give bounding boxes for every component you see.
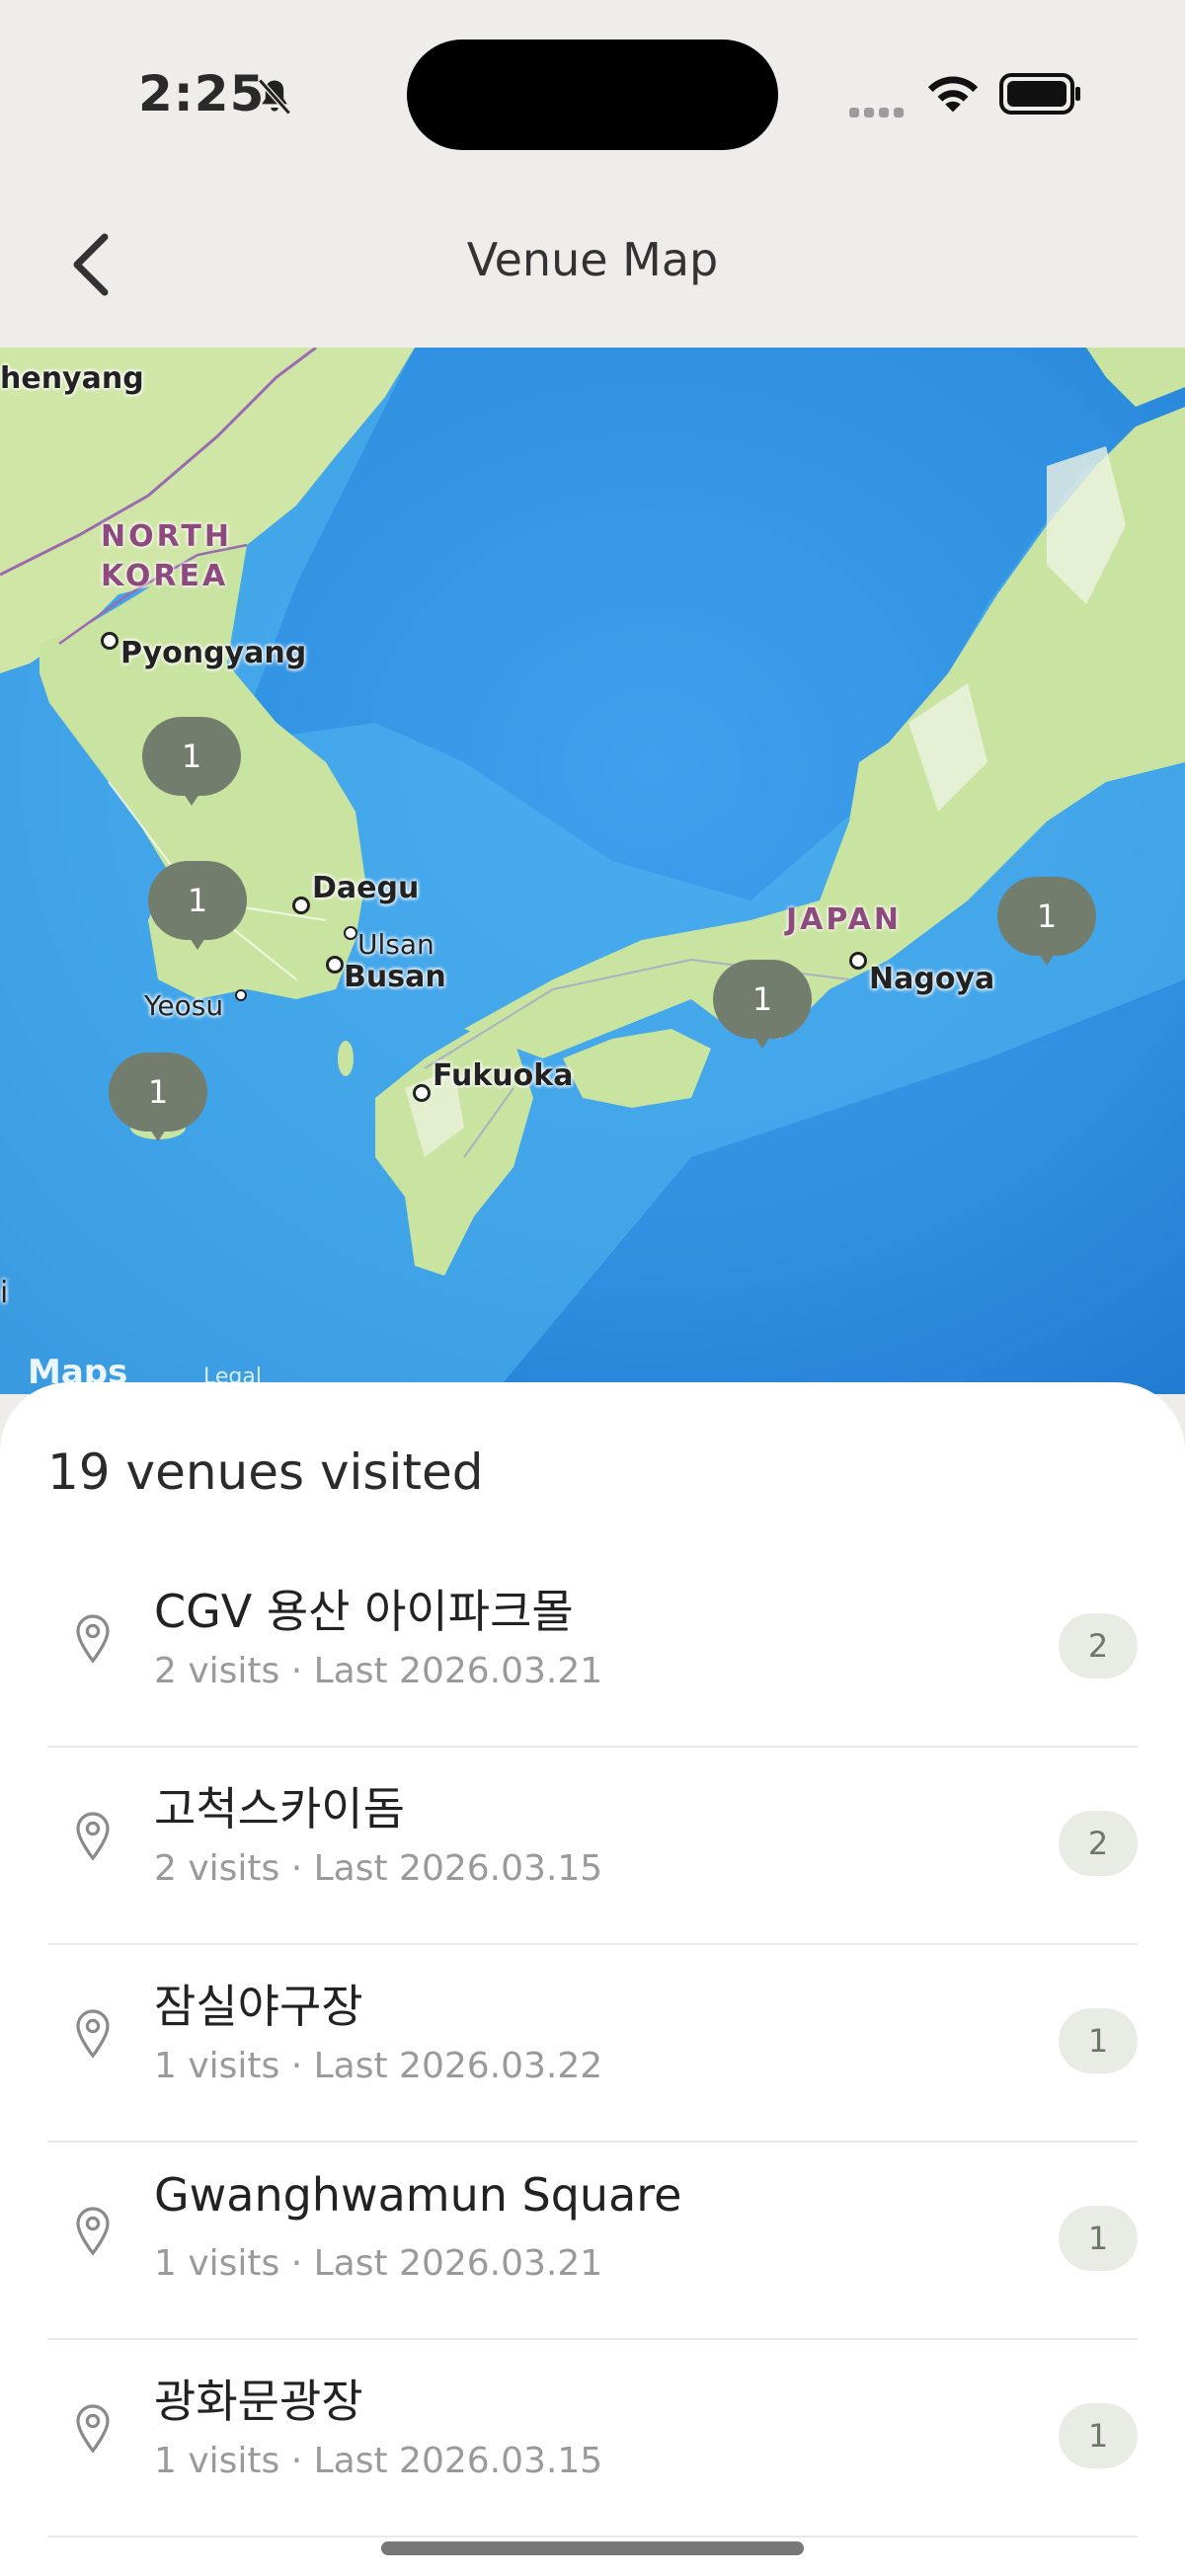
map-label-fukuoka: Fukuoka (433, 1058, 574, 1093)
status-time: 2:25 (138, 65, 266, 122)
venue-name: 고척스카이돔 (154, 1782, 405, 1835)
venue-visits-meta: 2 visits · Last 2026.03.21 (154, 1651, 603, 1691)
location-pin-icon (76, 2404, 110, 2454)
venue-row[interactable]: 광화문광장 1 visits · Last 2026.03.15 1 (47, 2340, 1138, 2537)
map-label-busan: Busan (344, 960, 446, 994)
map-cluster-pin[interactable]: 1 (148, 861, 247, 960)
dynamic-island (407, 39, 778, 150)
visit-count-badge: 2 (1059, 1613, 1138, 1678)
map-label-yeosu: Yeosu (144, 989, 224, 1022)
map-label-ulsan: Ulsan (357, 928, 434, 961)
page-title: Venue Map (466, 233, 719, 286)
map-label-nagoya: Nagoya (869, 962, 995, 996)
cellular-signal-icon (849, 103, 908, 121)
city-dot (413, 1084, 431, 1102)
country-label-line1: NORTH (101, 519, 232, 554)
venue-visits-meta: 2 visits · Last 2026.03.15 (154, 1848, 603, 1889)
wifi-icon (927, 76, 979, 113)
map-cluster-pin[interactable]: 1 (997, 877, 1096, 976)
battery-icon (999, 73, 1080, 115)
nav-header: Venue Map (0, 197, 1185, 348)
venue-visits-meta: 1 visits · Last 2026.03.15 (154, 2441, 603, 2481)
city-dot (849, 952, 867, 970)
location-pin-icon (76, 2207, 110, 2256)
map-label-pyongyang: Pyongyang (120, 636, 307, 670)
venue-name: CGV 용산 아이파크몰 (154, 1585, 574, 1638)
city-dot (326, 956, 344, 974)
map-country-north-korea: NORTH KOREA (101, 517, 232, 596)
map-label-edge: i (0, 1276, 9, 1310)
venue-list-sheet: 19 venues visited CGV 용산 아이파크몰 2 visits … (0, 1382, 1185, 2576)
map-cluster-pin[interactable]: 1 (109, 1053, 207, 1151)
location-pin-icon (76, 1614, 110, 1664)
venues-summary: 19 venues visited (47, 1444, 484, 1501)
home-indicator[interactable] (381, 2541, 804, 2555)
venue-name: Gwanghwamun Square (154, 2168, 682, 2222)
status-bar: 2:25 (0, 0, 1185, 197)
map-label-shenyang: henyang (0, 361, 144, 396)
map-cluster-pin[interactable]: 1 (142, 717, 241, 816)
venue-list: CGV 용산 아이파크몰 2 visits · Last 2026.03.21 … (47, 1550, 1138, 2537)
visit-count-badge: 1 (1059, 2008, 1138, 2073)
city-dot (101, 632, 118, 650)
venue-name: 잠실야구장 (154, 1980, 363, 2033)
venue-row[interactable]: CGV 용산 아이파크몰 2 visits · Last 2026.03.21 … (47, 1550, 1138, 1748)
venue-row[interactable]: 고척스카이돔 2 visits · Last 2026.03.15 2 (47, 1748, 1138, 1945)
map-label-daegu: Daegu (312, 871, 420, 905)
venue-name: 광화문광장 (154, 2375, 363, 2428)
bell-muted-icon (258, 78, 291, 116)
map-cluster-pin[interactable]: 1 (713, 960, 812, 1058)
city-dot (292, 897, 310, 914)
city-dot (344, 926, 357, 940)
venue-map[interactable]: henyang NORTH KOREA Pyongyang Daegu Ulsa… (0, 348, 1185, 1394)
country-label-line2: KOREA (101, 559, 229, 593)
city-dot (235, 989, 247, 1001)
visit-count-badge: 1 (1059, 2206, 1138, 2271)
location-pin-icon (76, 2009, 110, 2059)
venue-visits-meta: 1 visits · Last 2026.03.21 (154, 2243, 603, 2284)
location-pin-icon (76, 1812, 110, 1861)
venue-row[interactable]: 잠실야구장 1 visits · Last 2026.03.22 1 (47, 1945, 1138, 2143)
venue-row[interactable]: Gwanghwamun Square 1 visits · Last 2026.… (47, 2143, 1138, 2340)
map-country-japan: JAPAN (786, 902, 902, 937)
visit-count-badge: 2 (1059, 1811, 1138, 1876)
visit-count-badge: 1 (1059, 2403, 1138, 2468)
venue-visits-meta: 1 visits · Last 2026.03.22 (154, 2046, 603, 2086)
